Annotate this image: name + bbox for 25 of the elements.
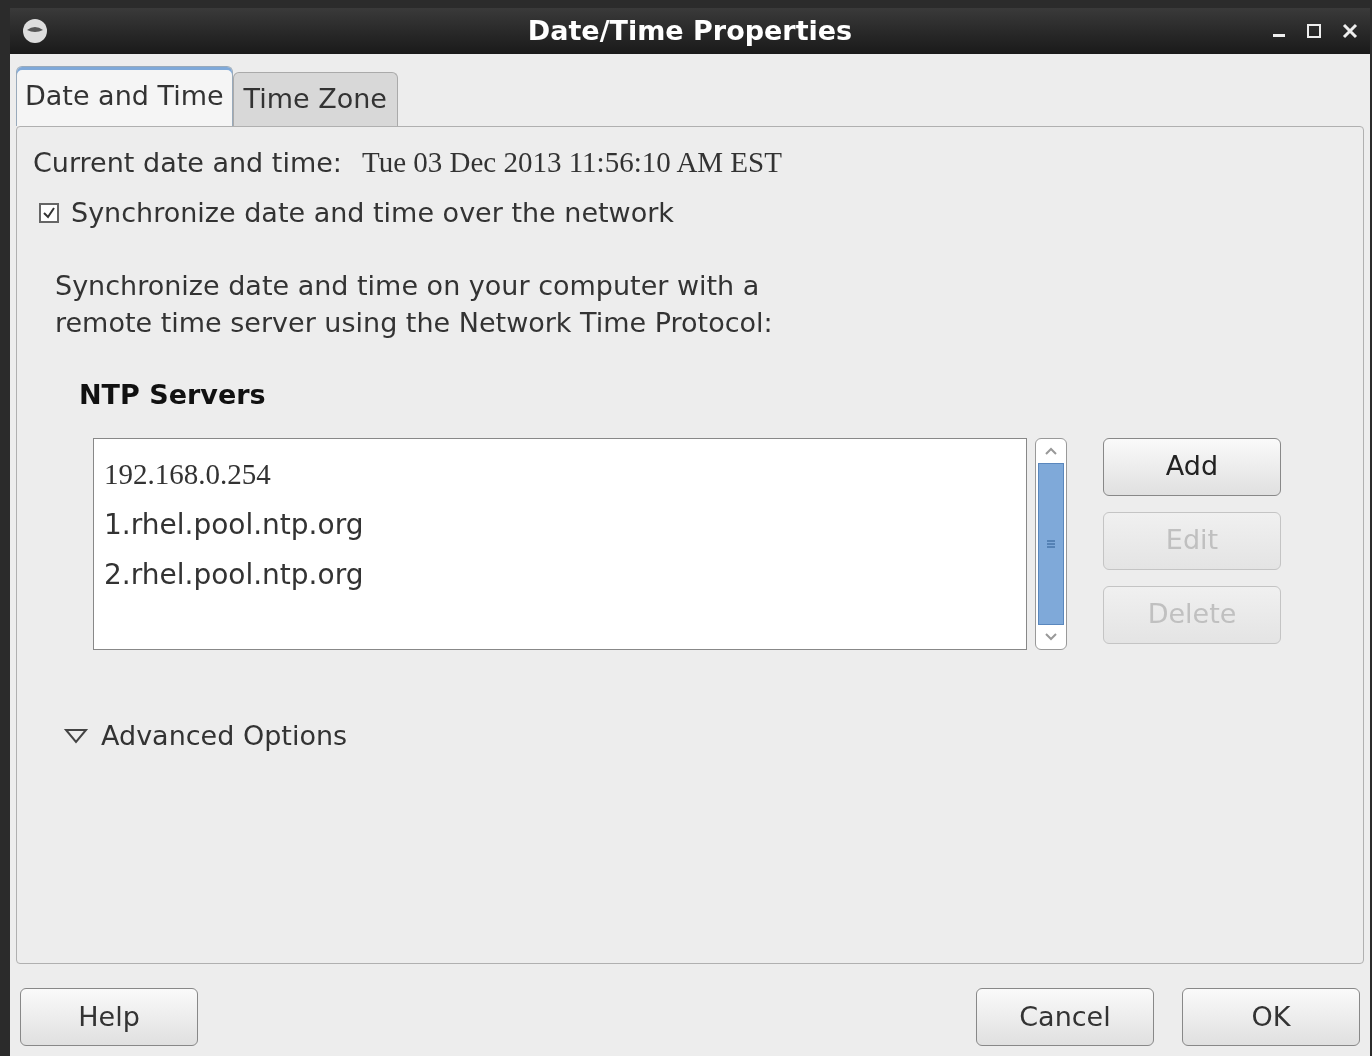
server-entry[interactable]: 192.168.0.254 bbox=[104, 452, 1026, 496]
description-text: Synchronize date and time on your computer with a remote time server using the Network Time Protocol: bbox=[55, 269, 774, 340]
maximize-icon[interactable] bbox=[1306, 23, 1322, 39]
current-time-label: Current date and time: bbox=[33, 146, 342, 180]
ntp-servers-heading: NTP Servers bbox=[79, 378, 267, 412]
server-list[interactable]: 192.168.0.254 1.rhel.pool.ntp.org 2.rhel.pool.ntp.org bbox=[93, 437, 1027, 650]
window-title: Date/Time Properties bbox=[527, 13, 853, 48]
sync-checkbox[interactable] bbox=[39, 202, 59, 223]
tab[interactable]: Date and Time bbox=[16, 66, 233, 126]
scrollbar[interactable] bbox=[1035, 437, 1067, 650]
dialog-button[interactable]: OK bbox=[1182, 988, 1360, 1046]
server-entry[interactable]: 2.rhel.pool.ntp.org bbox=[104, 554, 1026, 596]
scroll-down-icon[interactable] bbox=[1043, 630, 1059, 643]
close-icon[interactable] bbox=[1342, 23, 1358, 39]
advanced-options-expander[interactable]: Advanced Options bbox=[101, 715, 348, 756]
sync-label: Synchronize date and time over the network bbox=[71, 195, 674, 230]
scroll-thumb[interactable] bbox=[1038, 462, 1064, 625]
dialog-button[interactable]: Cancel bbox=[976, 988, 1154, 1046]
side-button[interactable]: Add bbox=[1103, 437, 1281, 496]
grip-icon bbox=[1046, 537, 1056, 550]
current-time-value: Tue 03 Dec 2013 11:56:10 AM EST bbox=[361, 145, 782, 180]
tab[interactable]: Time Zone bbox=[232, 72, 398, 126]
app-icon bbox=[22, 18, 48, 44]
server-entry[interactable]: 1.rhel.pool.ntp.org bbox=[104, 504, 1026, 546]
dialog-button[interactable]: Help bbox=[20, 988, 198, 1046]
